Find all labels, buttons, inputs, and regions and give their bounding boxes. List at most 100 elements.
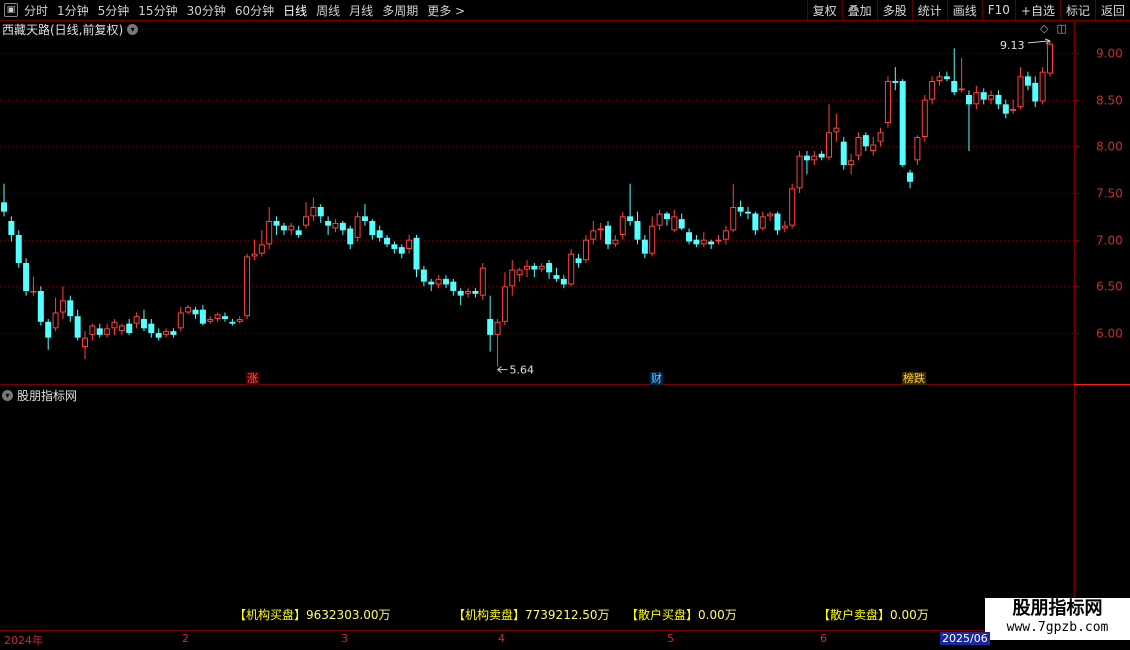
candle-body-up <box>700 239 707 245</box>
candle <box>943 71 950 81</box>
candle-body-up <box>118 325 125 332</box>
candle <box>899 79 906 167</box>
candle <box>280 222 287 235</box>
candle <box>752 211 759 235</box>
candle <box>1 183 7 217</box>
candle-body-up <box>921 99 928 137</box>
indicator-title: ▾ 股朋指标网 <box>2 387 77 404</box>
candle <box>737 200 744 217</box>
candle-body-down <box>428 281 435 285</box>
candle-body-down <box>951 81 958 93</box>
candle-body-up <box>494 321 501 335</box>
candle <box>774 211 781 235</box>
candle-body-up <box>649 225 656 254</box>
candle <box>170 328 177 338</box>
price-tick-label: 6.50 <box>1096 280 1123 294</box>
candle <box>796 151 803 193</box>
candle <box>37 286 44 326</box>
candle-body-up <box>177 312 184 329</box>
candle <box>347 225 354 249</box>
candle <box>273 216 280 235</box>
candle <box>767 211 774 221</box>
candle <box>634 211 641 245</box>
candle <box>1047 40 1053 77</box>
candle <box>111 319 118 335</box>
candle-body-down <box>634 221 641 240</box>
candle-body-up <box>1017 76 1024 108</box>
candle-body-down <box>126 323 133 333</box>
candle-body-up <box>501 286 508 322</box>
candle <box>214 312 221 322</box>
candle-body-down <box>943 76 950 80</box>
indicator-title-text: 股朋指标网 <box>17 389 78 403</box>
candle <box>759 211 766 231</box>
candle <box>553 267 560 282</box>
candle <box>582 235 589 263</box>
candle <box>339 221 346 235</box>
chevron-down-icon[interactable]: ▾ <box>2 390 13 401</box>
time-label-current[interactable]: 2025/06 <box>940 632 990 645</box>
candle-body-up <box>435 278 442 285</box>
candle-body-down <box>627 216 634 221</box>
candle <box>420 265 427 287</box>
candle-body-up <box>251 253 258 257</box>
candle-body-up <box>236 319 243 322</box>
candle <box>376 225 383 242</box>
candle-body-down <box>678 219 685 229</box>
candle-body-down <box>1002 104 1009 114</box>
candle <box>67 295 74 322</box>
candle-body-up <box>597 228 604 231</box>
candle <box>914 135 921 165</box>
candle <box>398 244 405 259</box>
candle <box>23 258 30 296</box>
candle <box>818 151 825 161</box>
candle <box>140 309 147 332</box>
candle-body-down <box>229 321 236 324</box>
candle-body-down <box>487 319 494 335</box>
candle <box>855 132 862 161</box>
candle <box>361 204 368 226</box>
candle <box>501 272 508 326</box>
candle-body-down <box>737 207 744 212</box>
candle-body-down <box>995 95 1002 105</box>
time-label: 2024年 <box>4 634 43 647</box>
candle <box>177 306 184 332</box>
price-tick-label: 6.00 <box>1096 327 1123 341</box>
candle <box>965 90 972 151</box>
candle <box>369 219 376 240</box>
candle-body-up <box>509 269 516 287</box>
candle <box>1032 76 1039 108</box>
candle <box>671 209 678 233</box>
price-tick-label: 9.00 <box>1096 47 1123 61</box>
candle <box>163 328 170 338</box>
candle <box>663 211 670 226</box>
candle <box>678 213 685 231</box>
candle <box>354 211 361 242</box>
candle-body-down <box>37 291 44 322</box>
candle <box>126 319 133 335</box>
stat-institution-sell: 【机构卖盘】7739212.50万 <box>453 606 610 623</box>
candle <box>862 132 869 151</box>
candle <box>973 85 980 109</box>
candle <box>479 263 486 301</box>
signal-tag-rise: 涨 <box>246 372 259 385</box>
candle <box>45 319 52 350</box>
candle <box>258 230 265 257</box>
candle-body-down <box>140 319 147 329</box>
low-price-label: 5.64 <box>510 364 535 377</box>
candle-body-down <box>752 213 759 231</box>
candle-body-down <box>376 230 383 238</box>
candle-body-up <box>722 230 729 240</box>
candle <box>133 312 140 329</box>
candle-body-down <box>398 247 405 254</box>
candle-body-up <box>303 216 310 226</box>
candle-body-up <box>214 314 221 320</box>
candle-body-up <box>185 306 192 313</box>
candle <box>575 253 582 268</box>
candle <box>590 221 597 245</box>
candle-body-down <box>862 135 869 147</box>
candle-body-down <box>148 323 155 333</box>
candle <box>597 222 604 240</box>
candle <box>244 253 251 319</box>
candlestick-chart[interactable]: 9.00 8.50 8.00 7.50 7.00 6.50 6.00 5.64 9.13 <box>0 0 1130 650</box>
